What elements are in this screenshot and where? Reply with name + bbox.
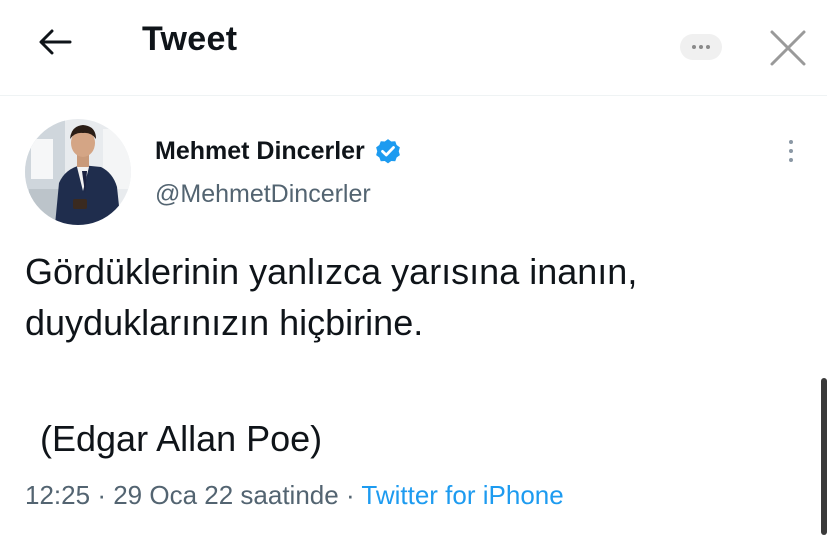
tweet-source-link[interactable]: Twitter for iPhone bbox=[361, 480, 563, 510]
verified-badge-icon bbox=[375, 139, 400, 164]
meta-separator: · bbox=[97, 480, 106, 510]
tweet-time[interactable]: 12:25 bbox=[25, 480, 90, 510]
avatar[interactable] bbox=[25, 119, 131, 225]
more-options-button[interactable] bbox=[680, 34, 722, 60]
arrow-left-icon bbox=[39, 29, 72, 55]
author-handle[interactable]: @MehmetDincerler bbox=[155, 180, 371, 209]
meta-separator: · bbox=[345, 480, 355, 510]
close-button[interactable] bbox=[766, 26, 810, 70]
more-horizontal-icon bbox=[692, 45, 696, 49]
top-bar: Tweet bbox=[0, 0, 827, 96]
tweet-quote-attribution: (Edgar Allan Poe) bbox=[40, 418, 323, 459]
tweet-text-line: duyduklarınızın hiçbirine. bbox=[25, 302, 424, 343]
close-icon bbox=[768, 28, 808, 68]
page-title: Tweet bbox=[142, 20, 238, 58]
tweet-text: Gördüklerinin yanlızca yarısına inanın, … bbox=[25, 246, 815, 348]
author-name-row: Mehmet Dincerler bbox=[155, 133, 403, 169]
more-vertical-icon bbox=[789, 140, 793, 144]
tweet-menu-button[interactable] bbox=[778, 136, 804, 166]
avatar-image bbox=[25, 119, 131, 225]
tweet-metadata: 12:25 · 29 Oca 22 saatinde · Twitter for… bbox=[25, 480, 564, 511]
back-button[interactable] bbox=[30, 20, 80, 64]
tweet-date[interactable]: 29 Oca 22 saatinde bbox=[113, 480, 339, 510]
tweet-text-line: Gördüklerinin yanlızca yarısına inanın, bbox=[25, 251, 638, 292]
author-display-name[interactable]: Mehmet Dincerler bbox=[155, 137, 365, 166]
scrollbar[interactable] bbox=[821, 378, 827, 535]
